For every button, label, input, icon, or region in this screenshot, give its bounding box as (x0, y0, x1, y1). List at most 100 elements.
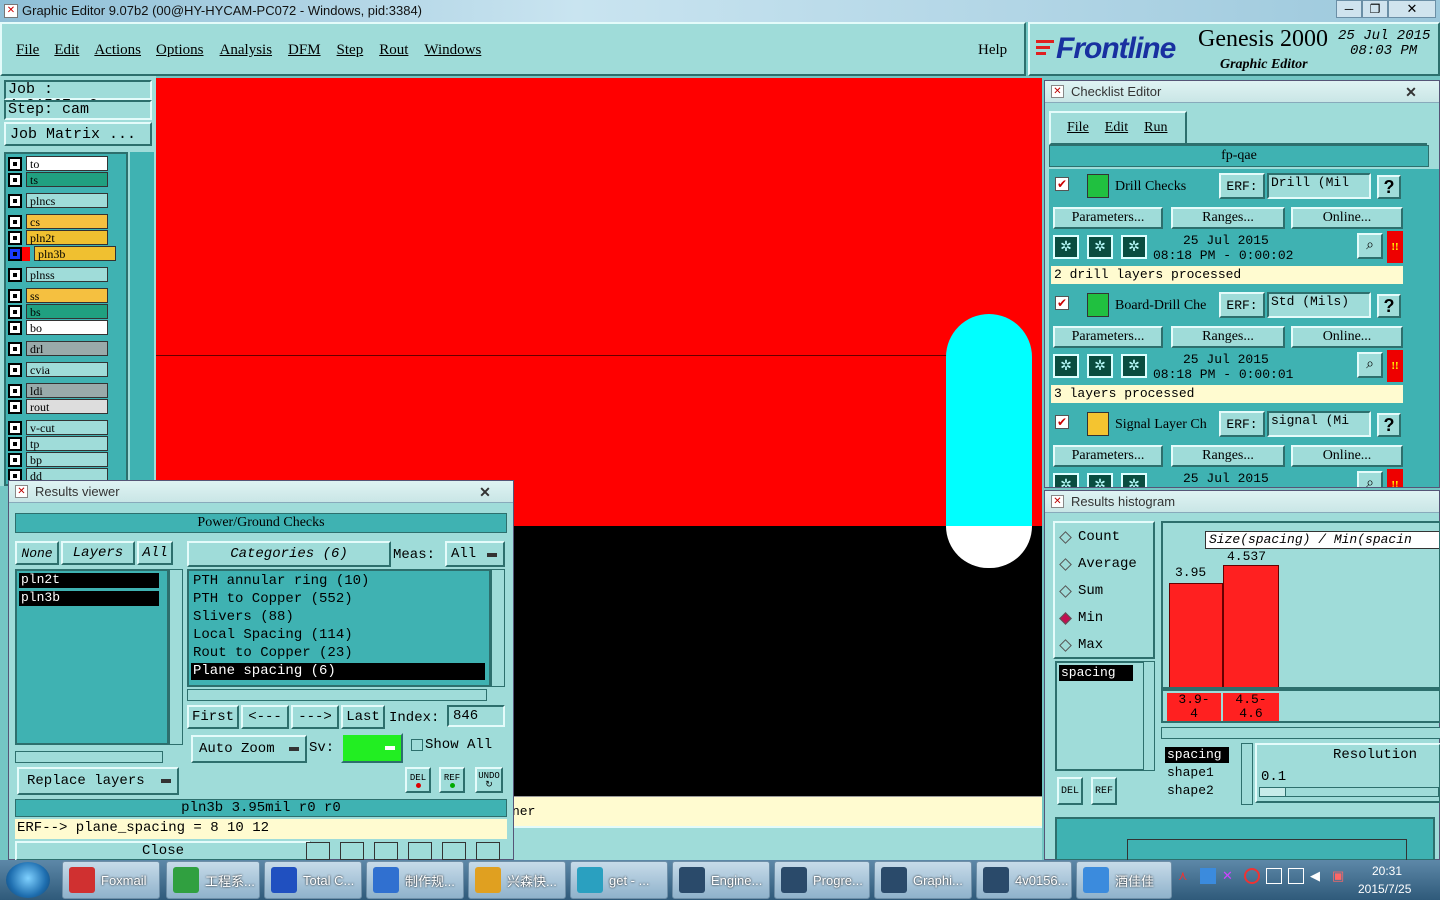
histogram-mode-max[interactable]: Max (1059, 637, 1103, 653)
tray-icon-1[interactable]: ⋏ (1178, 868, 1194, 884)
show-all-checkbox[interactable] (411, 739, 423, 751)
toolbar-icon-6[interactable] (476, 842, 500, 860)
shapes-item-spacing[interactable]: spacing (1165, 747, 1229, 763)
layer-checkbox[interactable] (8, 288, 22, 303)
check-online-button[interactable]: Online... (1291, 207, 1403, 229)
maximize-button[interactable]: ❐ (1362, 0, 1388, 18)
taskbar-item[interactable]: 工程系... (166, 861, 260, 899)
histogram-mode-min[interactable]: Min (1059, 610, 1103, 626)
layer-row-pln3b[interactable]: pln3b (8, 246, 126, 261)
category-item[interactable]: PTH to Copper (552) (191, 591, 485, 608)
check-enable-checkbox[interactable]: ✔ (1055, 415, 1069, 429)
layer-name[interactable]: cvia (26, 362, 108, 377)
checklist-menu-file[interactable]: File (1067, 120, 1089, 136)
layer-name[interactable]: cs (26, 214, 108, 229)
categories-scrollbar[interactable] (491, 569, 505, 687)
check-enable-checkbox[interactable]: ✔ (1055, 296, 1069, 310)
layer-name[interactable]: to (26, 156, 108, 171)
layer-checkbox[interactable] (8, 436, 22, 451)
menu-edit[interactable]: Edit (54, 42, 79, 59)
check-name[interactable]: Signal Layer Ch (1115, 417, 1219, 433)
check-ranges-button[interactable]: Ranges... (1171, 445, 1285, 467)
results-layer-scrollbar[interactable] (169, 569, 183, 745)
run-icon[interactable]: ✲ (1087, 354, 1113, 378)
layer-row-cvia[interactable]: cvia (8, 362, 126, 377)
layer-checkbox[interactable] (8, 214, 22, 229)
layer-checkbox[interactable] (8, 420, 22, 435)
layer-checkbox[interactable] (8, 341, 22, 356)
zoom-icon[interactable]: ⌕ (1357, 471, 1383, 487)
layer-name[interactable]: plncs (26, 193, 108, 208)
histogram-bar-1[interactable] (1169, 583, 1223, 687)
histogram-h-scrollbar[interactable] (1161, 727, 1440, 739)
layer-checkbox[interactable] (8, 399, 22, 414)
rv-undo-button[interactable]: UNDO ↻ (475, 767, 503, 793)
histogram-del-button[interactable]: DEL (1057, 777, 1083, 805)
histogram-mode-sum[interactable]: Sum (1059, 583, 1103, 599)
filter-layers-button[interactable]: Layers (61, 541, 135, 565)
check-parameters-button[interactable]: Parameters... (1053, 326, 1163, 348)
histogram-bar-2[interactable] (1223, 565, 1279, 687)
taskbar-item[interactable]: Graphi... (874, 861, 972, 899)
histogram-mode-average[interactable]: Average (1059, 556, 1137, 572)
toolbar-icon-4[interactable] (408, 842, 432, 860)
layer-checkbox[interactable] (8, 156, 22, 171)
toolbar-icon-2[interactable] (340, 842, 364, 860)
run-icon[interactable]: ✲ (1087, 473, 1113, 487)
layer-row-plncs[interactable]: plncs (8, 193, 126, 208)
layer-name[interactable]: bp (26, 452, 108, 467)
taskbar-item[interactable]: Foxmail (62, 861, 160, 899)
results-layer-item-pln3b[interactable]: pln3b (19, 591, 159, 606)
check-erf-value[interactable]: signal (Mi (1267, 411, 1371, 437)
layer-checkbox[interactable] (8, 452, 22, 467)
check-help-button[interactable]: ? (1377, 294, 1401, 318)
layer-name[interactable]: bo (26, 320, 108, 335)
auto-zoom-dropdown[interactable]: Auto Zoom (191, 735, 307, 763)
toolbar-icon-1[interactable] (306, 842, 330, 860)
nav-first-button[interactable]: First (187, 705, 239, 729)
categories-button[interactable]: Categories (6) (187, 541, 391, 567)
volume-icon[interactable]: ◀ (1310, 868, 1326, 884)
layer-name[interactable]: pln3b (34, 246, 116, 261)
replace-layers-dropdown[interactable]: Replace layers (17, 767, 179, 795)
menu-actions[interactable]: Actions (94, 42, 141, 59)
histogram-list-scrollbar[interactable] (1143, 661, 1155, 771)
checklist-menu-run[interactable]: Run (1144, 120, 1167, 136)
close-button[interactable]: ✕ (1388, 0, 1436, 18)
toolbar-icon-3[interactable] (374, 842, 398, 860)
menu-rout[interactable]: Rout (379, 42, 408, 59)
taskbar-item[interactable]: 制作规... (366, 861, 464, 899)
layer-name[interactable]: pln2t (26, 230, 108, 245)
layer-name[interactable]: ss (26, 288, 108, 303)
resolution-slider[interactable] (1259, 787, 1439, 797)
check-erf-value[interactable]: Drill (Mil (1267, 173, 1371, 199)
run-icon[interactable]: ✲ (1087, 235, 1113, 259)
taskbar-item[interactable]: Progre... (774, 861, 870, 899)
layer-name[interactable]: plnss (26, 267, 108, 282)
rv-ref-button[interactable]: REF (439, 767, 465, 793)
run-icon[interactable]: ✲ (1121, 354, 1147, 378)
category-item[interactable]: Plane spacing (6) (191, 663, 485, 680)
results-viewer-close-icon[interactable]: ✕ (463, 483, 507, 501)
menu-file[interactable]: File (16, 42, 39, 59)
layer-row-rout[interactable]: rout (8, 399, 126, 414)
layer-checkbox[interactable] (8, 230, 22, 245)
tray-icon-4[interactable] (1244, 868, 1260, 884)
check-name[interactable]: Board-Drill Che (1115, 298, 1219, 314)
layer-row-ldi[interactable]: ldi (8, 383, 126, 398)
check-name[interactable]: Drill Checks (1115, 179, 1219, 195)
layer-scrollbar[interactable] (130, 152, 154, 486)
taskbar-item[interactable]: Total C... (264, 861, 362, 899)
zoom-icon[interactable]: ⌕ (1357, 233, 1383, 259)
menu-help[interactable]: Help (978, 42, 1007, 59)
shapes-scrollbar[interactable] (1241, 743, 1253, 805)
check-ranges-button[interactable]: Ranges... (1171, 207, 1285, 229)
layer-name[interactable]: v-cut (26, 420, 108, 435)
run-icon[interactable]: ✲ (1053, 473, 1079, 487)
index-input[interactable]: 846 (447, 705, 505, 727)
layer-row-to[interactable]: to (8, 156, 126, 171)
checklist-menu-edit[interactable]: Edit (1105, 120, 1128, 136)
histogram-mode-count[interactable]: Count (1059, 529, 1120, 545)
checklist-scrollbar[interactable] (1429, 169, 1439, 487)
minimize-button[interactable]: ─ (1336, 0, 1362, 18)
